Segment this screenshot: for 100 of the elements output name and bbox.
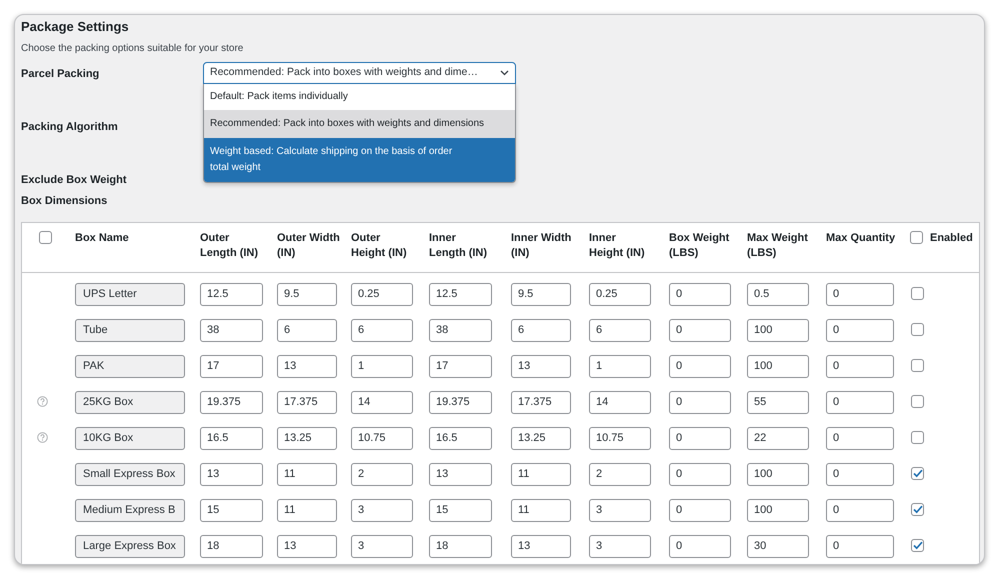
dimension-field[interactable]: 0 [826, 498, 894, 522]
box-name-field[interactable]: PAK [75, 354, 185, 378]
dimension-field[interactable]: 0 [669, 354, 731, 378]
dimension-field[interactable]: 10.75 [589, 426, 651, 450]
dimension-field[interactable]: 0 [826, 282, 894, 306]
section-description: Choose the packing options suitable for your store [21, 42, 244, 56]
enabled-checkbox[interactable] [911, 287, 924, 300]
dimension-field[interactable]: 0 [669, 282, 731, 306]
dimension-field[interactable]: 3 [589, 498, 651, 522]
box-name-field[interactable]: Medium Express B [75, 498, 185, 522]
dimension-field[interactable]: 38 [200, 318, 263, 342]
dimension-field[interactable]: 13 [511, 354, 571, 378]
enabled-checkbox[interactable] [911, 395, 924, 408]
column-header: Max Quantity [826, 230, 896, 246]
dimension-field[interactable]: 19.375 [429, 390, 492, 414]
dimension-field[interactable]: 13 [277, 534, 337, 558]
dimension-field[interactable]: 100 [747, 462, 809, 486]
box-name-field[interactable]: 10KG Box [75, 426, 185, 450]
dimension-field[interactable]: 16.5 [200, 426, 263, 450]
dimension-field[interactable]: 17.375 [511, 390, 571, 414]
dimension-field[interactable]: 18 [200, 534, 263, 558]
dimension-field[interactable]: 9.5 [511, 282, 571, 306]
column-header: Enabled [930, 230, 974, 246]
dimension-field[interactable]: 11 [511, 462, 571, 486]
dropdown-option[interactable]: Recommended: Pack into boxes with weights and dimensions [204, 110, 515, 138]
dimension-field[interactable]: 0 [669, 498, 731, 522]
enable-all-checkbox[interactable] [910, 230, 923, 244]
dimension-field[interactable]: 6 [589, 318, 651, 342]
dimension-field[interactable]: 3 [589, 534, 651, 558]
box-name-field[interactable]: UPS Letter [75, 282, 185, 306]
dimension-field[interactable]: 13.25 [511, 426, 571, 450]
dimension-field[interactable]: 0 [826, 390, 894, 414]
dimension-field[interactable]: 14 [351, 390, 413, 414]
dimension-field[interactable]: 13 [511, 534, 571, 558]
dimension-field[interactable]: 3 [351, 498, 413, 522]
parcel-packing-select[interactable]: Recommended: Pack into boxes with weights and dime… [203, 62, 516, 84]
dimension-field[interactable]: 0 [826, 354, 894, 378]
dimension-field[interactable]: 0 [669, 426, 731, 450]
dimension-field[interactable]: 0 [669, 390, 731, 414]
dimension-field[interactable]: 0 [826, 534, 894, 558]
dimension-field[interactable]: 13 [200, 462, 263, 486]
help-icon[interactable] [37, 396, 48, 407]
column-header: Inner Width (IN) [511, 230, 572, 260]
enabled-checkbox[interactable] [911, 467, 924, 480]
dimension-field[interactable]: 0 [826, 426, 894, 450]
enabled-checkbox[interactable] [911, 431, 924, 444]
dimension-field[interactable]: 0 [669, 318, 731, 342]
dimension-field[interactable]: 12.5 [429, 282, 492, 306]
help-icon[interactable] [37, 432, 48, 443]
dimension-field[interactable]: 100 [747, 354, 809, 378]
dimension-field[interactable]: 9.5 [277, 282, 337, 306]
dimension-field[interactable]: 10.75 [351, 426, 413, 450]
dimension-field[interactable]: 16.5 [429, 426, 492, 450]
dimension-field[interactable]: 1 [351, 354, 413, 378]
dimension-field[interactable]: 3 [351, 534, 413, 558]
dimension-field[interactable]: 12.5 [200, 282, 263, 306]
dimension-field[interactable]: 0.25 [589, 282, 651, 306]
dimension-field[interactable]: 14 [589, 390, 651, 414]
dimension-field[interactable]: 22 [747, 426, 809, 450]
dimension-field[interactable]: 13 [277, 354, 337, 378]
dimension-field[interactable]: 100 [747, 318, 809, 342]
enabled-checkbox[interactable] [911, 359, 924, 372]
enabled-checkbox[interactable] [911, 323, 924, 336]
dimension-field[interactable]: 11 [511, 498, 571, 522]
dimension-field[interactable]: 100 [747, 498, 809, 522]
dimension-field[interactable]: 38 [429, 318, 492, 342]
box-name-field[interactable]: Small Express Box [75, 462, 185, 486]
dimension-field[interactable]: 6 [351, 318, 413, 342]
dimension-field[interactable]: 55 [747, 390, 809, 414]
dimension-field[interactable]: 0 [669, 462, 731, 486]
dimension-field[interactable]: 6 [511, 318, 571, 342]
dimension-field[interactable]: 17.375 [277, 390, 337, 414]
enabled-checkbox[interactable] [911, 503, 924, 516]
dimension-field[interactable]: 19.375 [200, 390, 263, 414]
box-name-field[interactable]: 25KG Box [75, 390, 185, 414]
dimension-field[interactable]: 0.25 [351, 282, 413, 306]
dimension-field[interactable]: 11 [277, 462, 337, 486]
dimension-field[interactable]: 2 [589, 462, 651, 486]
dropdown-option[interactable]: Weight based: Calculate shipping on the basis of order total weight [204, 138, 515, 182]
box-name-field[interactable]: Large Express Box [75, 534, 185, 558]
dimension-field[interactable]: 2 [351, 462, 413, 486]
dimension-field[interactable]: 30 [747, 534, 809, 558]
dimension-field[interactable]: 17 [429, 354, 492, 378]
dimension-field[interactable]: 0 [669, 534, 731, 558]
dimension-field[interactable]: 0.5 [747, 282, 809, 306]
select-all-checkbox[interactable] [39, 230, 52, 244]
dimension-field[interactable]: 6 [277, 318, 337, 342]
box-name-field[interactable]: Tube [75, 318, 185, 342]
dimension-field[interactable]: 0 [826, 462, 894, 486]
dimension-field[interactable]: 13.25 [277, 426, 337, 450]
dimension-field[interactable]: 15 [429, 498, 492, 522]
dimension-field[interactable]: 18 [429, 534, 492, 558]
dimension-field[interactable]: 0 [826, 318, 894, 342]
dimension-field[interactable]: 17 [200, 354, 263, 378]
dimension-field[interactable]: 15 [200, 498, 263, 522]
enabled-checkbox[interactable] [911, 539, 924, 552]
dimension-field[interactable]: 13 [429, 462, 492, 486]
dimension-field[interactable]: 1 [589, 354, 651, 378]
dropdown-option[interactable]: Default: Pack items individually [204, 84, 515, 110]
dimension-field[interactable]: 11 [277, 498, 337, 522]
